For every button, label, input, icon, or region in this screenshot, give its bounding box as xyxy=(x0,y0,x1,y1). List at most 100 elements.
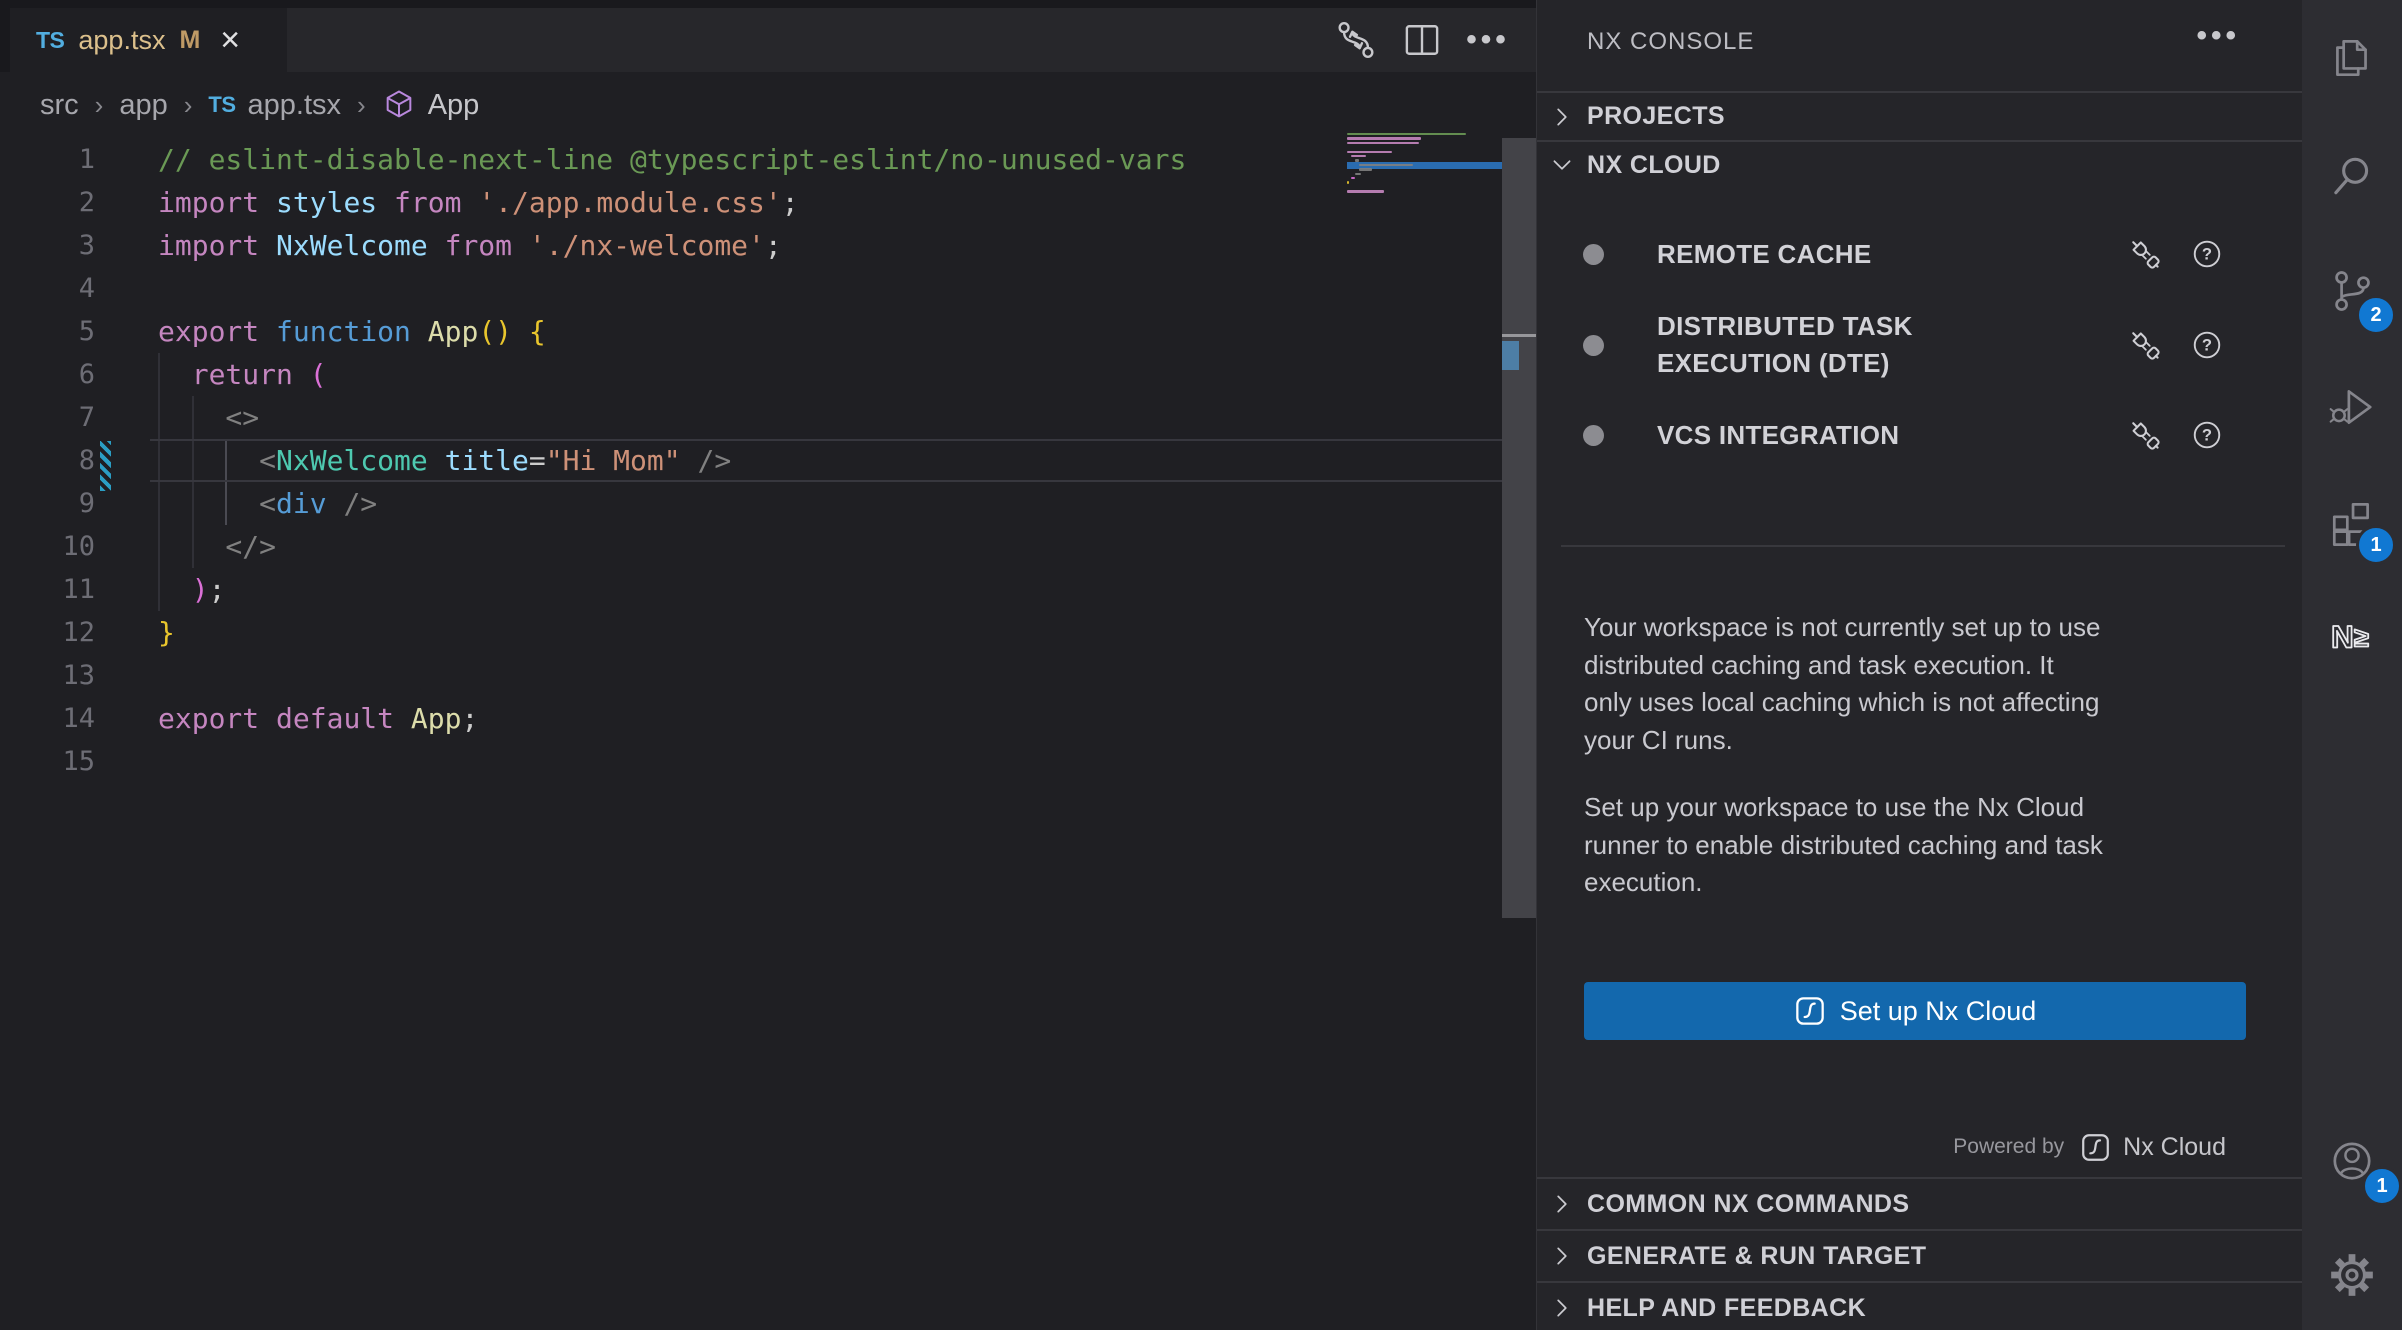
breadcrumb-label: app xyxy=(119,89,167,122)
code-line-4[interactable]: 4 xyxy=(0,267,1502,310)
section-nx-cloud[interactable]: NX CLOUD xyxy=(1537,140,2303,190)
breadcrumb-item-app[interactable]: App xyxy=(382,88,480,122)
activity-item-search[interactable] xyxy=(2327,151,2377,201)
chevron-down-icon xyxy=(1549,152,1575,178)
code-text: import NxWelcome from './nx-welcome'; xyxy=(158,229,782,262)
section-common-nx-commands[interactable]: COMMON NX COMMANDS xyxy=(1537,1179,2303,1231)
help-button[interactable]: ? xyxy=(2187,235,2226,274)
minimap[interactable] xyxy=(1347,132,1503,222)
activity-item-nx-console[interactable]: N≥ xyxy=(2327,611,2377,661)
svg-text:?: ? xyxy=(2201,426,2211,445)
code-line-3[interactable]: 3 import NxWelcome from './nx-welcome'; xyxy=(0,224,1502,267)
help-icon: ? xyxy=(2188,326,2226,364)
line-number[interactable]: 12 xyxy=(0,617,95,648)
line-number[interactable]: 5 xyxy=(0,316,95,347)
line-number[interactable]: 14 xyxy=(0,703,95,734)
svg-text:?: ? xyxy=(2201,336,2211,355)
close-icon[interactable]: × xyxy=(220,25,240,55)
activity-item-run-and-debug[interactable] xyxy=(2327,381,2377,431)
setup-nx-cloud-button[interactable]: Set up Nx Cloud xyxy=(1584,982,2246,1040)
code-line-2[interactable]: 2 import styles from './app.module.css'; xyxy=(0,181,1502,224)
line-number[interactable]: 11 xyxy=(0,574,95,605)
tab-app-tsx[interactable]: TS app.tsx M × xyxy=(10,8,287,72)
overview-modified-marker xyxy=(1502,341,1519,370)
line-number[interactable]: 15 xyxy=(0,746,95,777)
section-generate-run-target[interactable]: GENERATE & RUN TARGET xyxy=(1537,1231,2303,1283)
line-number[interactable]: 1 xyxy=(0,144,95,175)
open-changes-icon xyxy=(1334,18,1378,62)
activity-item-settings[interactable] xyxy=(2327,1250,2377,1300)
editor-actions: ••• xyxy=(1334,8,1510,72)
editor-scrollbar[interactable] xyxy=(1502,138,1536,918)
line-number[interactable]: 13 xyxy=(0,660,95,691)
divider xyxy=(1561,545,2285,547)
code-line-9[interactable]: 9 <div /> xyxy=(0,482,1502,525)
tab-filename: app.tsx xyxy=(78,25,165,56)
activity-bar: 21N≥1 xyxy=(2302,0,2402,1330)
section-help-and-feedback[interactable]: HELP AND FEEDBACK xyxy=(1537,1283,2303,1330)
minimap-code-line xyxy=(1355,159,1359,161)
code-text: import styles from './app.module.css'; xyxy=(158,186,799,219)
code-line-15[interactable]: 15 xyxy=(0,740,1502,783)
code-line-7[interactable]: 7 <> xyxy=(0,396,1502,439)
plug-icon xyxy=(2126,326,2164,364)
breadcrumb-separator: › xyxy=(95,90,104,121)
feature-row-vcs-integration: VCS INTEGRATION? xyxy=(1537,404,2303,466)
more-actions-icon[interactable]: ••• xyxy=(2196,26,2240,46)
connect-button[interactable] xyxy=(2125,416,2164,455)
section-label: COMMON NX COMMANDS xyxy=(1587,1190,1909,1219)
code-line-6[interactable]: 6 return ( xyxy=(0,353,1502,396)
activity-item-explorer[interactable] xyxy=(2327,33,2377,83)
tab-strip: TS app.tsx M × ••• xyxy=(10,8,1536,72)
more-actions-button[interactable]: ••• xyxy=(1466,18,1510,62)
code-line-8[interactable]: 8 <NxWelcome title="Hi Mom" /> xyxy=(0,439,1502,482)
line-number[interactable]: 3 xyxy=(0,230,95,261)
code-line-13[interactable]: 13 xyxy=(0,654,1502,697)
breadcrumb-item-src[interactable]: src xyxy=(40,89,79,122)
connect-button[interactable] xyxy=(2125,326,2164,365)
code-text: <> xyxy=(158,401,259,434)
split-editor-button[interactable] xyxy=(1400,18,1444,62)
code-line-14[interactable]: 14export default App; xyxy=(0,697,1502,740)
code-text: <div /> xyxy=(158,487,377,520)
code-text: // eslint-disable-next-line @typescript-… xyxy=(158,143,1186,176)
minimap-code-line xyxy=(1351,177,1355,179)
code-line-10[interactable]: 10 </> xyxy=(0,525,1502,568)
line-number[interactable]: 4 xyxy=(0,273,95,304)
line-number[interactable]: 7 xyxy=(0,402,95,433)
symbol-class-icon xyxy=(382,88,416,122)
more-actions-icon: ••• xyxy=(1466,30,1510,50)
chevron-right-icon xyxy=(1549,104,1575,130)
breadcrumb-item-app[interactable]: app xyxy=(119,89,167,122)
chevron-right-icon xyxy=(1549,1295,1575,1321)
settings-icon xyxy=(2327,1250,2377,1300)
svg-text:≥: ≥ xyxy=(2354,621,2369,652)
connect-button[interactable] xyxy=(2125,235,2164,274)
chevron-right-icon xyxy=(1549,1191,1575,1217)
breadcrumb-item-app-tsx[interactable]: TSapp.tsx xyxy=(208,89,341,122)
minimap-code-line xyxy=(1359,164,1414,166)
panel-title: NX CONSOLE xyxy=(1587,28,1754,56)
nx-cloud-icon xyxy=(1794,995,1826,1027)
line-number[interactable]: 9 xyxy=(0,488,95,519)
code-line-11[interactable]: 11 ); xyxy=(0,568,1502,611)
help-button[interactable]: ? xyxy=(2187,416,2226,455)
open-changes-button[interactable] xyxy=(1334,18,1378,62)
code-editor[interactable]: 1 // eslint-disable-next-line @typescript… xyxy=(0,138,1536,1330)
code-line-1[interactable]: 1 // eslint-disable-next-line @typescript… xyxy=(0,138,1502,181)
powered-by-nx-cloud-link[interactable]: Powered by Nx Cloud xyxy=(1953,1126,2226,1168)
line-number[interactable]: 6 xyxy=(0,359,95,390)
editor-region: TS app.tsx M × ••• src›app›TSapp.tsx›App… xyxy=(0,0,1536,1330)
help-button[interactable]: ? xyxy=(2187,326,2226,365)
section-projects[interactable]: PROJECTS xyxy=(1537,91,2303,142)
nx-cloud-icon xyxy=(2080,1132,2111,1163)
line-number[interactable]: 8 xyxy=(0,445,95,476)
code-line-12[interactable]: 12} xyxy=(0,611,1502,654)
minimap-code-line xyxy=(1347,133,1466,135)
minimap-code-line xyxy=(1347,181,1349,183)
line-number[interactable]: 2 xyxy=(0,187,95,218)
line-number[interactable]: 10 xyxy=(0,531,95,562)
plug-icon xyxy=(2126,235,2164,273)
nx-console-icon: N≥ xyxy=(2327,611,2377,661)
code-line-5[interactable]: 5export function App() { xyxy=(0,310,1502,353)
